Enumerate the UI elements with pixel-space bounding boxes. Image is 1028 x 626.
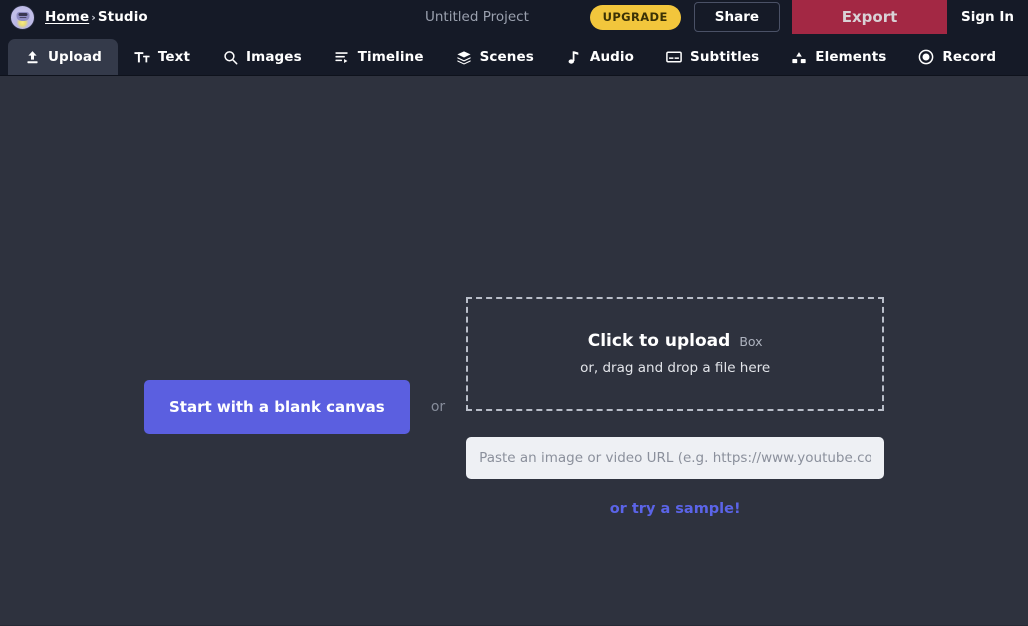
dropzone-provider-tag: Box: [739, 334, 762, 349]
brand-area: Home›Studio: [10, 5, 148, 30]
dropzone-subtitle: or, drag and drop a file here: [580, 360, 770, 376]
layers-icon: [456, 49, 472, 65]
breadcrumb: Home›Studio: [45, 9, 148, 25]
tab-scenes-label: Scenes: [480, 49, 534, 65]
tab-audio[interactable]: Audio: [550, 39, 650, 75]
tab-audio-label: Audio: [590, 49, 634, 65]
main-toolbar: Upload Text Images: [0, 34, 1028, 76]
shapes-icon: [791, 49, 807, 65]
breadcrumb-separator: ›: [91, 11, 96, 24]
app-header: Home›Studio Untitled Project UPGRADE Sha…: [0, 0, 1028, 34]
cat-avatar-icon[interactable]: [10, 5, 35, 30]
editor-canvas: Start with a blank canvas or Click to up…: [0, 76, 1028, 625]
upload-start-panel: Start with a blank canvas or Click to up…: [0, 76, 1028, 625]
tab-text-label: Text: [158, 49, 190, 65]
export-button[interactable]: Export: [792, 0, 947, 34]
upload-arrow-icon: [24, 49, 40, 65]
tab-timeline[interactable]: Timeline: [318, 39, 440, 75]
dropzone-title: Click to upload Box: [588, 331, 763, 351]
breadcrumb-current: Studio: [98, 9, 148, 25]
upload-options-row: Start with a blank canvas or Click to up…: [144, 297, 884, 517]
tab-timeline-label: Timeline: [358, 49, 424, 65]
timeline-icon: [334, 49, 350, 65]
tab-scenes[interactable]: Scenes: [440, 39, 550, 75]
dropzone-title-text: Click to upload: [588, 331, 731, 351]
tab-settings[interactable]: Settings: [1012, 39, 1028, 75]
sign-in-button[interactable]: Sign In: [947, 0, 1028, 34]
project-title[interactable]: Untitled Project: [425, 9, 529, 25]
upgrade-button[interactable]: UPGRADE: [590, 5, 681, 30]
tab-images-label: Images: [246, 49, 302, 65]
search-icon: [222, 49, 238, 65]
try-sample-link[interactable]: or try a sample!: [610, 501, 741, 517]
tab-record[interactable]: Record: [902, 39, 1012, 75]
text-format-icon: [134, 49, 150, 65]
tab-subtitles-label: Subtitles: [690, 49, 759, 65]
file-dropzone[interactable]: Click to upload Box or, drag and drop a …: [466, 297, 884, 411]
tab-upload[interactable]: Upload: [8, 39, 118, 75]
tab-record-label: Record: [942, 49, 996, 65]
header-actions: UPGRADE Share Export Sign In: [590, 0, 1028, 34]
tab-subtitles[interactable]: Subtitles: [650, 39, 775, 75]
tab-elements-label: Elements: [815, 49, 886, 65]
tab-text[interactable]: Text: [118, 39, 206, 75]
share-button[interactable]: Share: [694, 2, 780, 32]
upload-right-column: Click to upload Box or, drag and drop a …: [466, 297, 884, 517]
tab-elements[interactable]: Elements: [775, 39, 902, 75]
record-circle-icon: [918, 49, 934, 65]
tab-images[interactable]: Images: [206, 39, 318, 75]
start-blank-canvas-button[interactable]: Start with a blank canvas: [144, 380, 410, 434]
breadcrumb-home-link[interactable]: Home: [45, 9, 89, 25]
subtitles-icon: [666, 49, 682, 65]
tab-upload-label: Upload: [48, 49, 102, 65]
or-separator-label: or: [431, 399, 445, 415]
media-url-input[interactable]: [466, 437, 884, 479]
music-note-icon: [566, 49, 582, 65]
